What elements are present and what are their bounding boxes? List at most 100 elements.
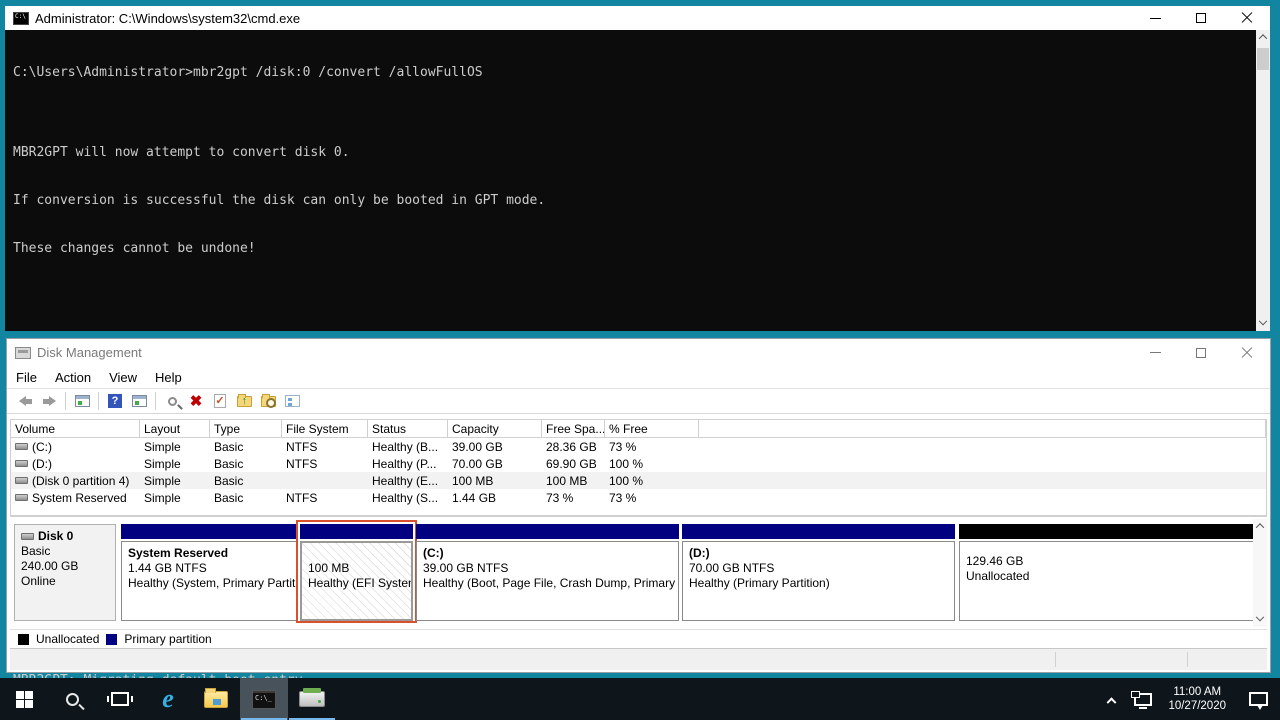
volume-icon [15, 443, 28, 450]
console-output: C:\Users\Administrator>mbr2gpt /disk:0 /… [5, 30, 1256, 331]
volume-icon [15, 460, 28, 467]
search-button[interactable] [48, 678, 96, 720]
close-button[interactable] [1224, 6, 1270, 30]
disk-management-titlebar[interactable]: Disk Management [7, 339, 1270, 366]
partition-unallocated[interactable]: 129.46 GB Unallocated [959, 524, 1255, 621]
menu-file[interactable]: File [7, 370, 46, 385]
tray-expand-button[interactable] [1094, 696, 1128, 703]
clock-time: 11:00 AM [1168, 685, 1226, 699]
disk0-status: Online [21, 574, 109, 589]
cmd-titlebar[interactable]: C:\ Administrator: C:\Windows\system32\c… [5, 6, 1270, 30]
explore-button[interactable] [256, 390, 280, 412]
scroll-up-icon[interactable] [1256, 30, 1270, 44]
partition-efi-system[interactable]: 100 MB Healthy (EFI Systen [300, 524, 413, 621]
disk-tool-taskbar-button[interactable] [288, 678, 336, 720]
column-header-type[interactable]: Type [210, 420, 282, 437]
properties-button[interactable] [160, 390, 184, 412]
maximize-button[interactable] [1178, 6, 1224, 30]
windows-logo-icon [16, 691, 33, 708]
partition-color-bar [959, 524, 1255, 539]
delete-button[interactable]: ✖ [184, 390, 208, 412]
disk-management-title: Disk Management [37, 345, 1132, 360]
status-bar [10, 648, 1267, 670]
taskbar: e C:\_ 11:00 AM 10/27/2020 [0, 678, 1280, 720]
column-header-layout[interactable]: Layout [140, 420, 210, 437]
volume-list-header: Volume Layout Type File System Status Ca… [11, 420, 1266, 438]
partition-color-bar [121, 524, 297, 539]
clock-date: 10/27/2020 [1168, 699, 1226, 713]
partition-color-bar [416, 524, 679, 539]
file-explorer-button[interactable] [192, 678, 240, 720]
partition-c[interactable]: (C:) 39.00 GB NTFS Healthy (Boot, Page F… [416, 524, 679, 621]
scroll-up-icon[interactable] [1253, 519, 1267, 533]
check-disk-button[interactable]: ✓ [208, 390, 232, 412]
scroll-down-icon[interactable] [1253, 613, 1267, 627]
menu-view[interactable]: View [100, 370, 146, 385]
partition-system-reserved[interactable]: System Reserved 1.44 GB NTFS Healthy (Sy… [121, 524, 297, 621]
disk-area-scrollbar[interactable] [1253, 519, 1267, 627]
cmd-taskbar-button[interactable]: C:\_ [240, 678, 288, 720]
volume-list: Volume Layout Type File System Status Ca… [10, 419, 1267, 516]
disk0-label-panel[interactable]: Disk 0 Basic 240.00 GB Online [14, 524, 116, 621]
scrollbar-thumb[interactable] [1257, 48, 1269, 70]
cmd-window: C:\ Administrator: C:\Windows\system32\c… [5, 6, 1270, 331]
internet-explorer-button[interactable]: e [144, 678, 192, 720]
clock[interactable]: 11:00 AM 10/27/2020 [1158, 685, 1236, 713]
close-button[interactable] [1224, 339, 1270, 366]
table-row[interactable]: (D:) Simple Basic NTFS Healthy (P... 70.… [11, 455, 1266, 472]
system-tray: 11:00 AM 10/27/2020 [1094, 678, 1280, 720]
unallocated-swatch [18, 634, 29, 645]
table-row[interactable]: (C:) Simple Basic NTFS Healthy (B... 39.… [11, 438, 1266, 455]
partition-color-bar [682, 524, 955, 539]
console-line: If conversion is successful the disk can… [13, 193, 1256, 209]
view-options-button[interactable] [280, 390, 304, 412]
help-button[interactable]: ? [103, 390, 127, 412]
console-line: These changes cannot be undone! [13, 241, 1256, 257]
column-header-status[interactable]: Status [368, 420, 448, 437]
open-button[interactable] [232, 390, 256, 412]
back-button[interactable] [13, 390, 37, 412]
table-row[interactable]: System Reserved Simple Basic NTFS Health… [11, 489, 1266, 506]
show-action-pane-button[interactable] [127, 390, 151, 412]
disk-management-icon [15, 347, 31, 359]
partition-d[interactable]: (D:) 70.00 GB NTFS Healthy (Primary Part… [682, 524, 955, 621]
cmd-icon: C:\ [13, 12, 29, 25]
legend-label-unallocated: Unallocated [36, 632, 99, 646]
forward-button[interactable] [37, 390, 61, 412]
column-header-pctfree[interactable]: % Free [605, 420, 699, 437]
cmd-icon: C:\_ [252, 690, 276, 709]
task-view-button[interactable] [96, 678, 144, 720]
menu-action[interactable]: Action [46, 370, 100, 385]
start-button[interactable] [0, 678, 48, 720]
action-center-icon [1249, 692, 1268, 706]
partition-color-bar [300, 524, 413, 539]
legend-label-primary: Primary partition [124, 632, 211, 646]
console-line [13, 289, 1256, 305]
column-header-volume[interactable]: Volume [11, 420, 140, 437]
file-explorer-icon [204, 691, 228, 708]
primary-partition-swatch [106, 634, 117, 645]
disk-management-window: Disk Management File Action View Help ? … [6, 338, 1271, 673]
cmd-window-title: Administrator: C:\Windows\system32\cmd.e… [35, 11, 1132, 26]
maximize-button[interactable] [1178, 339, 1224, 366]
table-row-selected[interactable]: (Disk 0 partition 4) Simple Basic Health… [11, 472, 1266, 489]
network-button[interactable] [1128, 693, 1158, 706]
disk0-size: 240.00 GB [21, 559, 109, 574]
minimize-button[interactable] [1132, 339, 1178, 366]
column-header-capacity[interactable]: Capacity [448, 420, 542, 437]
show-console-tree-button[interactable] [70, 390, 94, 412]
console-scrollbar[interactable] [1256, 30, 1270, 331]
disk-graphic-area: Disk 0 Basic 240.00 GB Online System Res… [10, 516, 1267, 629]
disk0-type: Basic [21, 544, 109, 559]
menu-help[interactable]: Help [146, 370, 191, 385]
chevron-up-icon [1106, 697, 1116, 707]
search-icon [66, 693, 79, 706]
minimize-button[interactable] [1132, 6, 1178, 30]
column-header-freespace[interactable]: Free Spa... [542, 420, 605, 437]
volume-icon [15, 494, 28, 501]
action-center-button[interactable] [1236, 692, 1280, 706]
scroll-down-icon[interactable] [1256, 317, 1270, 331]
column-header-filesystem[interactable]: File System [282, 420, 368, 437]
legend: Unallocated Primary partition [10, 629, 1267, 648]
menu-bar: File Action View Help [7, 366, 1270, 389]
